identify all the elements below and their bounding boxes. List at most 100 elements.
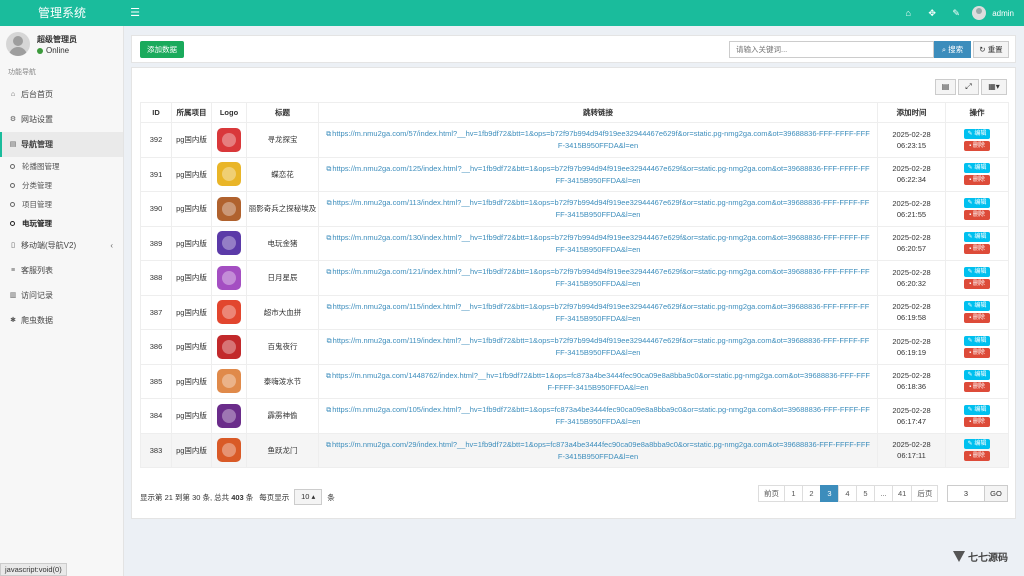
subnav-item-carousel[interactable]: 轮播图管理: [0, 157, 123, 176]
delete-button[interactable]: ▪ 删除: [964, 209, 990, 220]
cell-project: pg国内版: [171, 329, 212, 365]
sidebar-item-visits[interactable]: ▥ 访问记录: [0, 283, 123, 308]
expand-icon[interactable]: ✥: [920, 0, 944, 26]
game-logo-icon[interactable]: [217, 438, 241, 463]
delete-label: 删除: [972, 418, 985, 425]
jump-link[interactable]: ⧉https://m.nmu2ga.com/105/index.html?__h…: [320, 404, 877, 427]
jump-link[interactable]: ⧉https://m.nmu2ga.com/57/index.html?__hv…: [320, 128, 877, 151]
game-logo-icon[interactable]: [217, 403, 241, 428]
page-button[interactable]: 5: [856, 485, 875, 502]
edit-button[interactable]: ✎ 编辑: [964, 370, 990, 381]
jump-link[interactable]: ⧉https://m.nmu2ga.com/113/index.html?__h…: [320, 197, 877, 220]
page-jump-input[interactable]: [947, 485, 985, 502]
column-header[interactable]: 添加时间: [877, 102, 946, 123]
home-icon[interactable]: ⌂: [896, 0, 920, 26]
edit-icon: ✎: [967, 130, 973, 137]
delete-button[interactable]: ▪ 删除: [964, 244, 990, 255]
sidebar-item-nav-management[interactable]: ▤ 导航管理: [0, 132, 123, 157]
column-header[interactable]: 标题: [246, 102, 319, 123]
edit-button[interactable]: ✎ 编辑: [964, 301, 990, 312]
delete-button[interactable]: ▪ 删除: [964, 140, 990, 151]
jump-link-text: https://m.nmu2ga.com/125/index.html?__hv…: [332, 163, 870, 185]
edit-button[interactable]: ✎ 编辑: [964, 197, 990, 208]
cell-title: 超市大血拼: [246, 294, 319, 330]
column-header[interactable]: 所属项目: [171, 102, 212, 123]
go-button[interactable]: GO: [984, 485, 1008, 502]
edit-button[interactable]: ✎ 编辑: [964, 404, 990, 415]
external-link-icon: ⧉: [326, 338, 332, 346]
prev-page-button[interactable]: 前页: [758, 485, 785, 502]
edit-button[interactable]: ✎ 编辑: [964, 335, 990, 346]
sidebar-item-site-settings[interactable]: ⚙ 网站设置: [0, 107, 123, 132]
page-button[interactable]: 4: [838, 485, 857, 502]
column-header[interactable]: 操作: [945, 102, 1009, 123]
delete-button[interactable]: ▪ 删除: [964, 313, 990, 324]
menu-toggle-icon[interactable]: ☰: [128, 6, 142, 20]
sidebar-item-crawler[interactable]: ✱ 爬虫数据: [0, 308, 123, 333]
edit-label: 编辑: [974, 165, 987, 172]
page-button[interactable]: 2: [802, 485, 821, 502]
page-button[interactable]: 1: [784, 485, 803, 502]
reset-button[interactable]: ↻ 重置: [973, 41, 1009, 58]
wrench-icon[interactable]: ✎: [944, 0, 968, 26]
edit-button[interactable]: ✎ 编辑: [964, 439, 990, 450]
added-date: 2025-02-28: [892, 267, 931, 277]
toolbar: 添加数据 ⌕ 搜索 ↻ 重置: [131, 35, 1016, 63]
page-size-select[interactable]: 10 ▴: [294, 489, 323, 505]
edit-label: 编辑: [974, 130, 987, 137]
user-menu[interactable]: admin: [968, 0, 1024, 26]
added-date: 2025-02-28: [892, 198, 931, 208]
cell-time: 2025-02-28 06:22:34: [877, 156, 946, 192]
sidebar-item-home[interactable]: ⌂ 后台首页: [0, 82, 123, 107]
page-button-active[interactable]: 3: [820, 485, 839, 502]
export-icon[interactable]: ▤: [935, 79, 956, 95]
delete-button[interactable]: ▪ 删除: [964, 175, 990, 186]
sidebar-item-label: 移动端(导航V2): [21, 241, 77, 250]
game-logo-icon[interactable]: [217, 127, 241, 152]
delete-button[interactable]: ▪ 删除: [964, 451, 990, 462]
search-icon: ⌕: [941, 45, 947, 54]
delete-button[interactable]: ▪ 删除: [964, 347, 990, 358]
search-input[interactable]: [729, 41, 934, 58]
search-button[interactable]: ⌕ 搜索: [934, 41, 971, 58]
cell-id: 392: [140, 122, 172, 158]
subnav-item-project[interactable]: 项目管理: [0, 195, 123, 214]
columns-icon[interactable]: ▦▾: [981, 79, 1007, 95]
edit-button[interactable]: ✎ 编辑: [964, 163, 990, 174]
edit-button[interactable]: ✎ 编辑: [964, 232, 990, 243]
jump-link-text: https://m.nmu2ga.com/121/index.html?__hv…: [332, 267, 870, 289]
game-logo-icon[interactable]: [217, 265, 241, 290]
game-logo-icon[interactable]: [217, 162, 241, 187]
column-header[interactable]: 跳转链接: [318, 102, 878, 123]
sidebar-item-mobile[interactable]: ▯ 移动端(导航V2) ‹: [0, 233, 123, 258]
edit-button[interactable]: ✎ 编辑: [964, 128, 990, 139]
subnav-item-arcade[interactable]: 电玩管理: [0, 214, 123, 233]
column-header[interactable]: Logo: [211, 102, 247, 123]
jump-link[interactable]: ⧉https://m.nmu2ga.com/119/index.html?__h…: [320, 335, 877, 358]
subnav-item-category[interactable]: 分类管理: [0, 176, 123, 195]
delete-button[interactable]: ▪ 删除: [964, 382, 990, 393]
jump-link[interactable]: ⧉https://m.nmu2ga.com/121/index.html?__h…: [320, 266, 877, 289]
page-button[interactable]: 41: [892, 485, 913, 502]
delete-button[interactable]: ▪ 删除: [964, 278, 990, 289]
column-header[interactable]: ID: [140, 102, 172, 123]
jump-link[interactable]: ⧉https://m.nmu2ga.com/115/index.html?__h…: [320, 301, 877, 324]
sidebar-item-support[interactable]: ≡ 客服列表: [0, 258, 123, 283]
cell-time: 2025-02-28 06:17:47: [877, 398, 946, 434]
jump-link[interactable]: ⧉https://m.nmu2ga.com/130/index.html?__h…: [320, 232, 877, 255]
jump-link[interactable]: ⧉https://m.nmu2ga.com/125/index.html?__h…: [320, 163, 877, 186]
delete-label: 删除: [972, 384, 985, 391]
game-logo-icon[interactable]: [217, 334, 241, 359]
game-logo-icon[interactable]: [217, 196, 241, 221]
delete-button[interactable]: ▪ 删除: [964, 416, 990, 427]
game-logo-icon[interactable]: [217, 231, 241, 256]
next-page-button[interactable]: 后页: [911, 485, 939, 502]
game-logo-icon[interactable]: [217, 300, 241, 325]
app-title[interactable]: 管理系统: [0, 0, 124, 26]
game-logo-icon[interactable]: [217, 369, 241, 394]
add-data-button[interactable]: 添加数据: [140, 41, 184, 58]
jump-link[interactable]: ⧉https://m.nmu2ga.com/29/index.html?__hv…: [320, 439, 877, 462]
jump-link[interactable]: ⧉https://m.nmu2ga.com/1448762/index.html…: [320, 370, 877, 393]
fullscreen-icon[interactable]: ⤢: [958, 79, 979, 95]
edit-button[interactable]: ✎ 编辑: [964, 266, 990, 277]
